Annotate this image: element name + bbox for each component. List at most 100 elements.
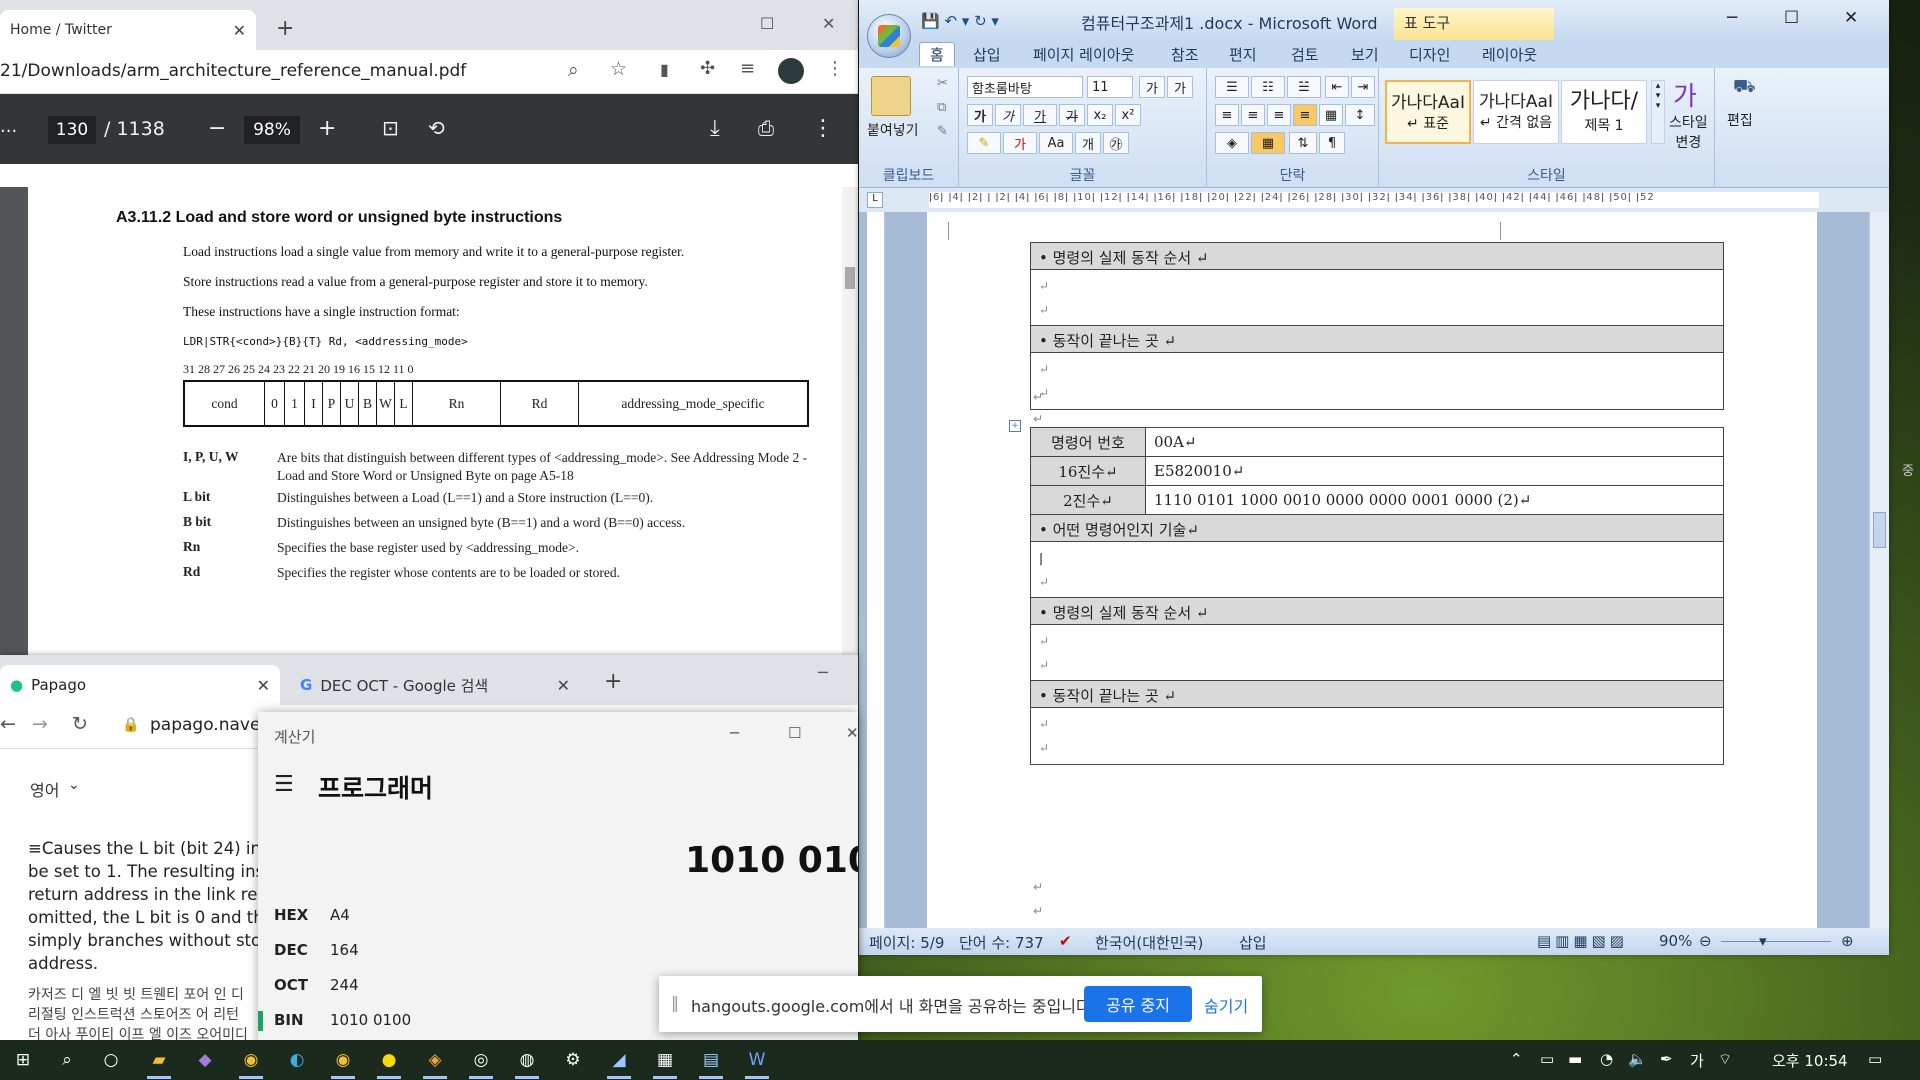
copy-icon[interactable]: ⧉: [937, 100, 946, 115]
case-icon[interactable]: Aa: [1039, 132, 1073, 154]
tab-page-layout[interactable]: 페이지 레이아웃: [1033, 44, 1134, 65]
font-name-select[interactable]: 함초롬바탕: [967, 76, 1083, 98]
clock[interactable]: 오후 10:54: [1772, 1050, 1848, 1071]
multilevel-icon[interactable]: ☱: [1287, 76, 1321, 98]
drag-handle-icon[interactable]: ‖: [671, 993, 679, 1012]
battery-icon[interactable]: ▬: [1568, 1050, 1582, 1068]
close-tab-icon[interactable]: ✕: [233, 21, 246, 40]
row-value[interactable]: 1110 0101 1000 0010 0000 0000 0001 0000 …: [1146, 486, 1723, 514]
tab-home[interactable]: 홈: [919, 42, 955, 66]
minimize-icon[interactable]: ─: [730, 724, 739, 742]
maximize-icon[interactable]: ☐: [1784, 8, 1799, 28]
browser-tab[interactable]: Home / Twitter ✕: [0, 10, 256, 50]
more-icon[interactable]: ⋮: [812, 116, 834, 141]
new-tab-icon[interactable]: +: [604, 669, 622, 694]
cut-icon[interactable]: ✂: [937, 76, 948, 91]
browser-tab[interactable]: ● Papago ✕: [0, 665, 280, 705]
source-text[interactable]: ≡Causes the L bit (bit 24) in t be set t…: [28, 837, 268, 975]
row-key[interactable]: 2진수↵: [1031, 486, 1146, 514]
row-key[interactable]: 명령어 번호: [1031, 428, 1146, 456]
app-icon[interactable]: ◎: [466, 1046, 496, 1079]
decrease-indent-icon[interactable]: ⇤: [1325, 76, 1349, 98]
chrome-icon[interactable]: ◉: [328, 1046, 358, 1079]
table-cell[interactable]: ↵ ↵: [1031, 270, 1723, 326]
binoculars-icon[interactable]: ⛟: [1733, 76, 1756, 100]
char-shading-icon[interactable]: 개: [1075, 132, 1101, 154]
row-value[interactable]: E5820010↵: [1146, 457, 1723, 485]
menu-icon[interactable]: ⋮: [826, 58, 844, 79]
base-hex[interactable]: HEX A4: [274, 906, 350, 926]
language-status[interactable]: 한국어(대한민국): [1095, 932, 1203, 953]
insert-mode[interactable]: 삽입: [1239, 932, 1267, 953]
table-heading[interactable]: • 어떤 명령어인지 기술↵: [1031, 515, 1723, 542]
stop-sharing-button[interactable]: 공유 중지: [1084, 986, 1192, 1022]
ruler-scale[interactable]: ǀ6ǀ ǀ4ǀ ǀ2ǀ ǀ ǀ2ǀ ǀ4ǀ ǀ6ǀ ǀ8ǀ ǀ10ǀ ǀ12ǀ …: [929, 192, 1819, 208]
table-row[interactable]: 16진수↵ E5820010↵: [1031, 457, 1723, 486]
rotate-icon[interactable]: ⟲: [428, 116, 445, 140]
table-row[interactable]: 2진수↵ 1110 0101 1000 0010 0000 0000 0001 …: [1031, 486, 1723, 515]
scroll-thumb[interactable]: [1873, 512, 1886, 548]
chevron-down-icon[interactable]: ⌄: [68, 777, 80, 793]
style-normal[interactable]: 가나다AaI ↵ 표준: [1385, 80, 1471, 144]
notepad-icon[interactable]: ▤: [696, 1046, 726, 1079]
table-cell[interactable]: ↵ ↵: [1031, 353, 1723, 409]
minimize-icon[interactable]: ─: [1727, 8, 1737, 28]
maximize-icon[interactable]: ☐: [760, 14, 774, 33]
search-icon[interactable]: ⌕: [52, 1046, 82, 1074]
table-heading[interactable]: • 동작이 끝나는 곳 ↵: [1031, 326, 1723, 353]
styles-scroll[interactable]: ▴ ▾ ▾: [1651, 80, 1665, 144]
maximize-icon[interactable]: ☐: [788, 724, 801, 742]
borders-icon[interactable]: ▦: [1251, 132, 1285, 154]
bold-icon[interactable]: 가: [967, 104, 993, 126]
scroll-thumb[interactable]: [845, 267, 855, 289]
reload-icon[interactable]: ↻: [72, 713, 88, 735]
zoom-level[interactable]: 90%: [1659, 932, 1692, 950]
bookmark-star-icon[interactable]: ☆: [610, 58, 627, 80]
table-move-handle-icon[interactable]: +: [1009, 420, 1021, 432]
git-icon[interactable]: ◈: [420, 1046, 450, 1079]
close-tab-icon[interactable]: ✕: [257, 676, 270, 695]
notification-icon[interactable]: ▭: [1868, 1050, 1882, 1068]
tab-layout[interactable]: 레이아웃: [1482, 44, 1537, 65]
style-no-spacing[interactable]: 가나다AaI ↵ 간격 없음: [1473, 80, 1559, 144]
justify-icon[interactable]: ≡: [1293, 104, 1317, 126]
app-icon[interactable]: ◢: [604, 1046, 634, 1079]
tab-view[interactable]: 보기: [1351, 44, 1379, 65]
show-marks-icon[interactable]: ¶: [1319, 132, 1345, 154]
increase-indent-icon[interactable]: ⇥: [1351, 76, 1375, 98]
paste-icon[interactable]: [871, 76, 911, 116]
word-count[interactable]: 단어 수: 737: [959, 932, 1044, 953]
zoom-slider-thumb[interactable]: ▾: [1759, 932, 1767, 950]
chevron-up-icon[interactable]: ⌃: [1510, 1050, 1523, 1068]
shrink-font-icon[interactable]: 가: [1167, 76, 1193, 98]
calculator-icon[interactable]: ▦: [650, 1046, 680, 1079]
document-page[interactable]: • 명령의 실제 동작 순서 ↵ ↵ ↵ • 동작이 끝나는 곳 ↵ ↵ ↵ ↵ ↵…: [927, 212, 1817, 952]
table-cell[interactable]: ↵ ↵: [1031, 708, 1723, 764]
italic-icon[interactable]: 가: [995, 104, 1021, 126]
row-key[interactable]: 16진수↵: [1031, 457, 1146, 485]
align-center-icon[interactable]: ≡: [1241, 104, 1265, 126]
ime-indicator[interactable]: 가: [1690, 1050, 1704, 1071]
pen-icon[interactable]: ✒: [1660, 1050, 1673, 1068]
tab-review[interactable]: 검토: [1291, 44, 1319, 65]
tab-insert[interactable]: 삽입: [973, 44, 1001, 65]
avatar[interactable]: [778, 58, 804, 84]
office-button[interactable]: [867, 14, 911, 58]
windows-start-icon[interactable]: ⊞: [8, 1046, 38, 1074]
tab-references[interactable]: 참조: [1171, 44, 1199, 65]
network-icon[interactable]: ⌔: [1718, 1050, 1732, 1069]
volume-icon[interactable]: 🔈: [1628, 1050, 1647, 1068]
zoom-slider[interactable]: [1721, 941, 1831, 942]
line-spacing-icon[interactable]: ↕: [1345, 104, 1375, 126]
font-color-icon[interactable]: 가: [1003, 132, 1037, 154]
align-left-icon[interactable]: ≡: [1215, 104, 1239, 126]
numbering-icon[interactable]: ☷: [1251, 76, 1285, 98]
table-heading[interactable]: • 동작이 끝나는 곳 ↵: [1031, 681, 1723, 708]
kakaotalk-icon[interactable]: ●: [374, 1046, 404, 1079]
menu-dots[interactable]: ...: [0, 116, 17, 137]
enclose-char-icon[interactable]: ㉮: [1103, 132, 1129, 154]
distribute-icon[interactable]: ▦: [1319, 104, 1343, 126]
shading-icon[interactable]: ◈: [1215, 132, 1249, 154]
paste-label[interactable]: 붙여넣기: [867, 120, 919, 140]
wifi-icon[interactable]: ◔: [1600, 1050, 1613, 1068]
